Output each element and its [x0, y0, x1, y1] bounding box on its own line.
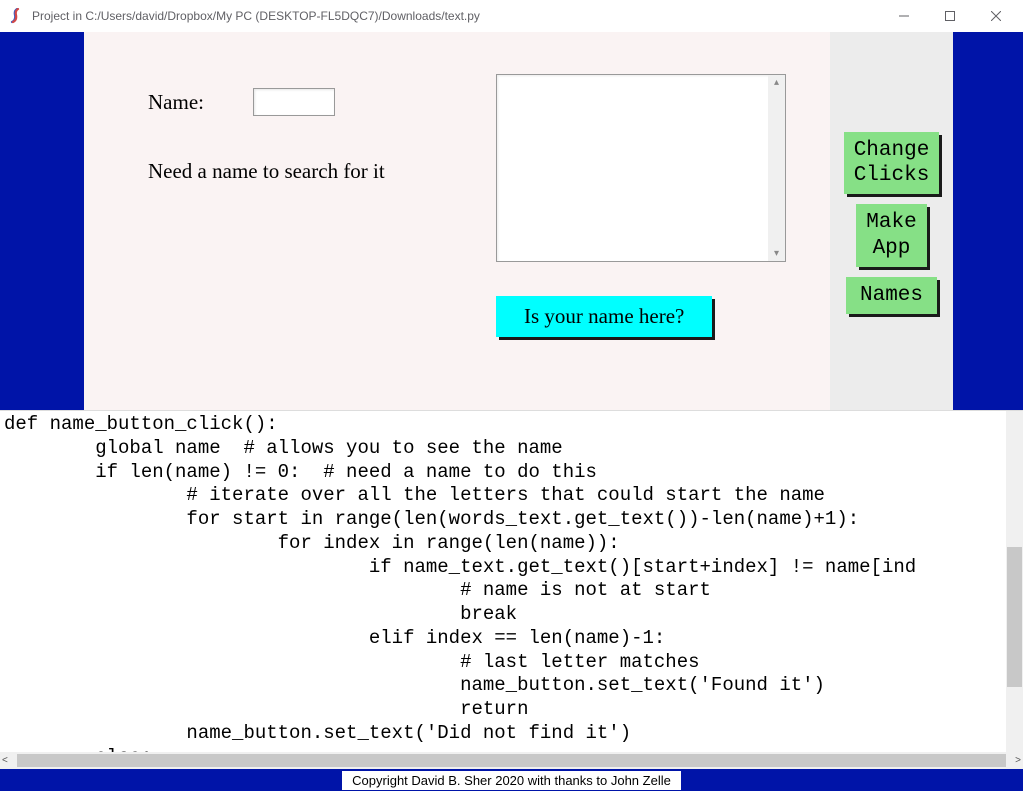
code-editor[interactable]: def name_button_click(): global name # a… [0, 410, 1023, 769]
check-name-button[interactable]: Is your name here? [496, 296, 712, 337]
vertical-scroll-thumb[interactable] [1007, 547, 1022, 687]
response-label: Need a name to search for it [148, 159, 385, 184]
top-panel: Name: Need a name to search for it ▴ ▾ I… [0, 32, 1023, 410]
scroll-right-icon[interactable]: > [1015, 755, 1021, 766]
footer: Copyright David B. Sher 2020 with thanks… [0, 769, 1023, 791]
words-textarea[interactable]: ▴ ▾ [496, 74, 786, 262]
window-controls [881, 0, 1019, 32]
copyright-text: Copyright David B. Sher 2020 with thanks… [342, 771, 681, 790]
scroll-down-icon[interactable]: ▾ [774, 246, 779, 261]
scroll-left-icon[interactable]: < [2, 755, 8, 766]
form-panel: Name: Need a name to search for it ▴ ▾ I… [84, 32, 830, 410]
vertical-scrollbar[interactable] [1006, 411, 1023, 752]
name-input[interactable] [253, 88, 335, 116]
side-buttons-panel: Change Clicks Make App Names [830, 32, 953, 410]
code-text[interactable]: def name_button_click(): global name # a… [0, 411, 1023, 769]
scroll-up-icon[interactable]: ▴ [774, 75, 779, 90]
window-title: Project in C:/Users/david/Dropbox/My PC … [32, 9, 881, 23]
blue-gutter-left [0, 32, 84, 410]
names-button[interactable]: Names [846, 277, 937, 314]
change-clicks-button[interactable]: Change Clicks [844, 132, 940, 194]
name-label: Name: [148, 90, 204, 115]
blue-gutter-right [953, 32, 1023, 410]
close-button[interactable] [973, 0, 1019, 32]
minimize-button[interactable] [881, 0, 927, 32]
textarea-scrollbar[interactable]: ▴ ▾ [768, 75, 785, 261]
titlebar: Project in C:/Users/david/Dropbox/My PC … [0, 0, 1023, 32]
app-icon [8, 8, 24, 24]
horizontal-scroll-thumb[interactable] [17, 754, 1006, 767]
horizontal-scrollbar[interactable]: < > [0, 752, 1023, 769]
maximize-button[interactable] [927, 0, 973, 32]
make-app-button[interactable]: Make App [856, 204, 926, 266]
